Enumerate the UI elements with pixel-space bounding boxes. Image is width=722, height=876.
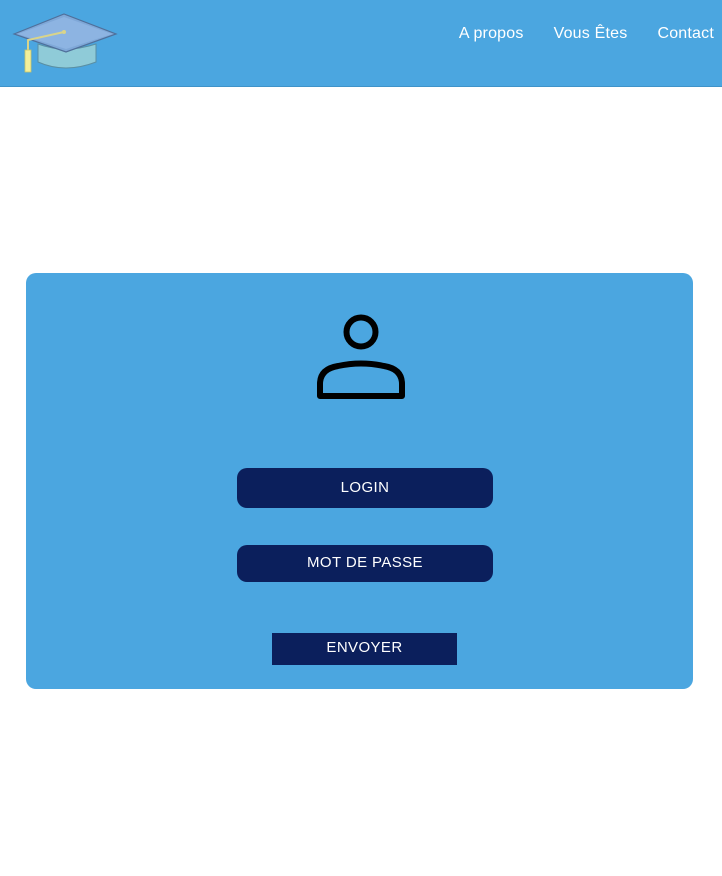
user-icon [317, 314, 405, 399]
login-input[interactable]: LOGIN [237, 468, 493, 508]
submit-button[interactable]: ENVOYER [272, 633, 457, 665]
login-card: LOGIN MOT DE PASSE ENVOYER [26, 273, 693, 689]
nav-link-a-propos[interactable]: A propos [459, 22, 524, 46]
nav-link-vous-etes[interactable]: Vous Êtes [554, 22, 628, 46]
nav-link-contact[interactable]: Contact [657, 22, 714, 46]
site-header: A propos Vous Êtes Contact [0, 0, 722, 87]
main-nav: A propos Vous Êtes Contact [459, 22, 714, 46]
graduation-cap-icon[interactable] [10, 10, 120, 76]
password-input[interactable]: MOT DE PASSE [237, 545, 493, 582]
